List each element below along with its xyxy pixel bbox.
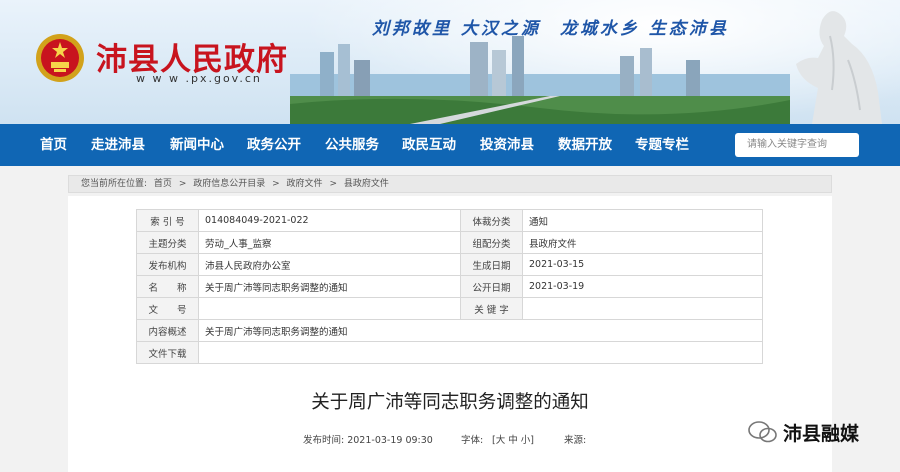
info-key: 公开日期 [460, 275, 523, 298]
info-key: 文 号 [136, 297, 199, 320]
slogan-right: 龙城水乡 生态沛县 [560, 19, 729, 39]
breadcrumb-item-catalog[interactable]: 政府信息公开目录 [193, 179, 265, 189]
info-key: 内容概述 [136, 319, 199, 342]
download-value[interactable] [198, 341, 763, 364]
info-value: 2021-03-19 [522, 275, 763, 298]
wechat-icon [748, 421, 777, 443]
breadcrumb-separator: > [329, 179, 337, 189]
info-key: 体裁分类 [460, 209, 523, 232]
header-banner: 沛县人民政府 w w w .px.gov.cn 刘邦故里 大汉之源 龙城水乡 生… [0, 0, 900, 124]
breadcrumb-item-gov-files[interactable]: 政府文件 [287, 179, 323, 189]
info-key: 索 引 号 [136, 209, 199, 232]
table-row: 发布机构 沛县人民政府办公室 生成日期 2021-03-15 [136, 253, 763, 276]
breadcrumb: 您当前所在位置: 首页 > 政府信息公开目录 > 政府文件 > 县政府文件 [68, 175, 832, 193]
table-row: 名 称 关于周广沛等同志职务调整的通知 公开日期 2021-03-19 [136, 275, 763, 298]
breadcrumb-separator: > [272, 179, 280, 189]
breadcrumb-separator: > [178, 179, 187, 189]
nav-item-public-service[interactable]: 公共服务 [325, 124, 379, 166]
breadcrumb-prefix: 您当前所在位置: [81, 179, 148, 189]
search-input[interactable]: 请输入关键字查询 [735, 133, 859, 157]
info-key: 发布机构 [136, 253, 199, 276]
site-url: w w w .px.gov.cn [136, 72, 262, 85]
table-row: 文 号 关 键 字 [136, 297, 763, 320]
breadcrumb-item-home[interactable]: 首页 [154, 179, 172, 189]
publish-time: 发布时间: 2021-03-19 09:30 [303, 435, 433, 446]
info-key: 名 称 [136, 275, 199, 298]
nav-item-topics[interactable]: 专题专栏 [635, 124, 689, 166]
nav-item-interaction[interactable]: 政民互动 [402, 124, 456, 166]
info-key: 组配分类 [460, 231, 523, 254]
nav-item-investment[interactable]: 投资沛县 [480, 124, 534, 166]
table-row: 主题分类 劳动_人事_监察 组配分类 县政府文件 [136, 231, 763, 254]
nav-item-open-data[interactable]: 数据开放 [558, 124, 612, 166]
info-value: 沛县人民政府办公室 [198, 253, 461, 276]
info-value: 劳动_人事_监察 [198, 231, 461, 254]
info-value: 014084049-2021-022 [198, 209, 461, 232]
source-label: 来源: [564, 435, 587, 446]
nav-item-home[interactable]: 首页 [40, 124, 67, 166]
nav-item-news[interactable]: 新闻中心 [170, 124, 224, 166]
national-emblem-icon [36, 34, 84, 82]
watermark-text: 沛县融媒 [783, 423, 860, 445]
font-size-label: 字体: [461, 435, 484, 446]
city-skyline-image [290, 36, 790, 124]
info-value: 通知 [522, 209, 763, 232]
info-value: 县政府文件 [522, 231, 763, 254]
breadcrumb-item-county-files[interactable]: 县政府文件 [344, 179, 389, 189]
table-row: 索 引 号 014084049-2021-022 体裁分类 通知 [136, 209, 763, 232]
info-key: 关 键 字 [460, 297, 523, 320]
liu-bang-statue-image [796, 11, 882, 124]
info-key: 文件下载 [136, 341, 199, 364]
nav-item-about[interactable]: 走进沛县 [91, 124, 145, 166]
document-info-table: 索 引 号 014084049-2021-022 体裁分类 通知 主题分类 劳动… [136, 209, 763, 364]
table-row: 文件下载 [136, 341, 763, 364]
table-row: 内容概述 关于周广沛等同志职务调整的通知 [136, 319, 763, 342]
summary-value: 关于周广沛等同志职务调整的通知 [198, 319, 763, 342]
info-value: 2021-03-15 [522, 253, 763, 276]
nav-item-gov-affairs[interactable]: 政务公开 [247, 124, 301, 166]
info-key: 生成日期 [460, 253, 523, 276]
info-value [522, 297, 763, 320]
info-key: 主题分类 [136, 231, 199, 254]
info-value [198, 297, 461, 320]
info-value: 关于周广沛等同志职务调整的通知 [198, 275, 461, 298]
slogan-left: 刘邦故里 大汉之源 [372, 19, 541, 39]
font-size-selector[interactable]: [大 中 小] [492, 432, 534, 446]
document-title: 关于周广沛等同志职务调整的通知 [311, 392, 589, 413]
